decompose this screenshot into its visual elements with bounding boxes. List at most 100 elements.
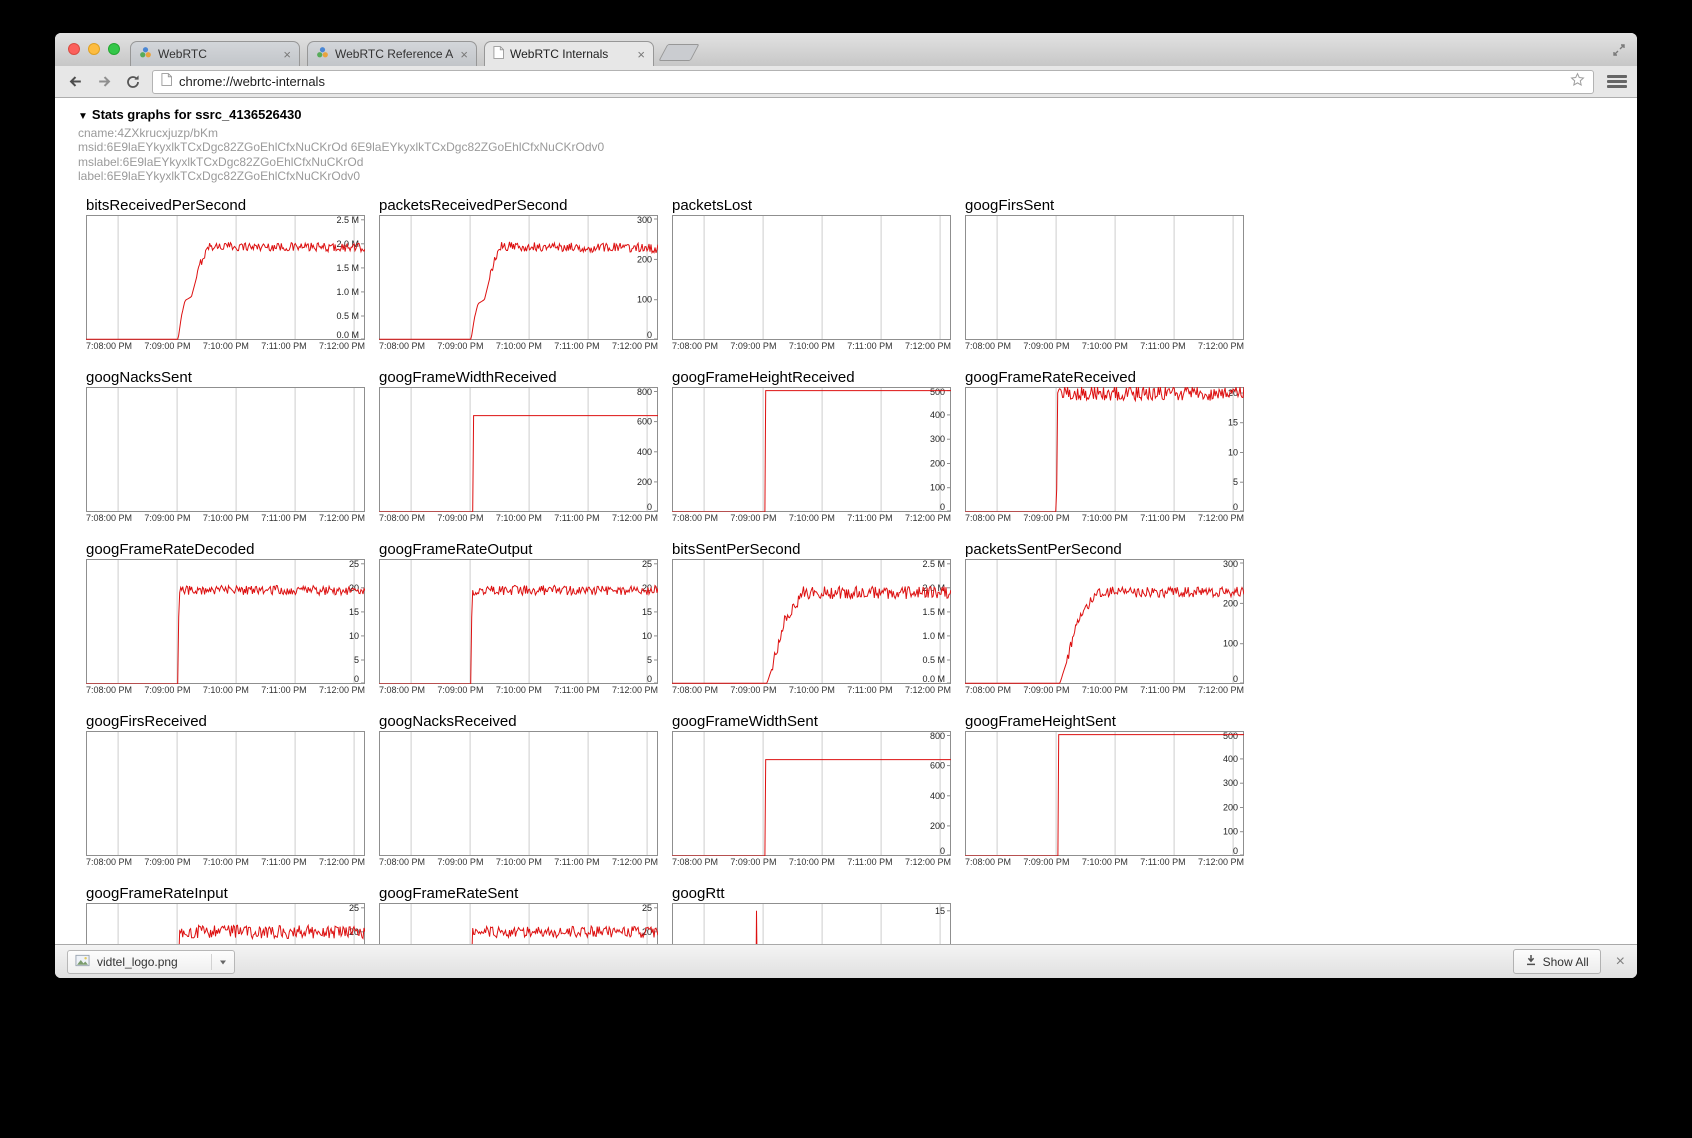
url-text[interactable]: chrome://webrtc-internals xyxy=(179,74,1563,89)
forward-button[interactable] xyxy=(94,72,114,92)
svg-text:15: 15 xyxy=(935,905,945,915)
minimize-window-button[interactable] xyxy=(88,43,100,55)
x-tick-label: 7:12:00 PM xyxy=(319,341,365,351)
x-tick-label: 7:10:00 PM xyxy=(1082,857,1128,867)
chart-title: packetsReceivedPerSecond xyxy=(379,196,658,215)
chart-plot-area: 3002001000 xyxy=(379,215,658,340)
x-tick-label: 7:08:00 PM xyxy=(379,685,425,695)
x-tick-label: 7:09:00 PM xyxy=(144,341,190,351)
svg-text:0: 0 xyxy=(1233,674,1238,684)
tab-webrtc-internals[interactable]: WebRTC Internals × xyxy=(484,41,654,66)
chart-title: bitsReceivedPerSecond xyxy=(86,196,365,215)
download-item[interactable]: vidtel_logo.png xyxy=(67,950,235,974)
chart-bitsSentPerSecond: bitsSentPerSecond2.5 M2.0 M1.5 M1.0 M0.5… xyxy=(672,540,951,695)
x-tick-label: 7:08:00 PM xyxy=(86,857,132,867)
reload-button[interactable] xyxy=(123,72,143,92)
chart-plot-area: 3002001000 xyxy=(965,559,1244,684)
download-item-menu-caret-icon[interactable] xyxy=(211,954,227,970)
x-tick-label: 7:12:00 PM xyxy=(319,685,365,695)
svg-text:800: 800 xyxy=(930,731,945,741)
tab-webrtc[interactable]: WebRTC × xyxy=(130,41,300,66)
svg-text:0.0 M: 0.0 M xyxy=(336,330,359,340)
svg-text:20: 20 xyxy=(349,582,359,592)
svg-text:0: 0 xyxy=(647,502,652,512)
webrtc-logo-icon xyxy=(316,46,329,62)
svg-text:0.0 M: 0.0 M xyxy=(922,674,945,684)
chart-title: googFrameWidthSent xyxy=(672,712,951,731)
x-tick-label: 7:09:00 PM xyxy=(1023,685,1069,695)
x-axis-labels: 7:08:00 PM7:09:00 PM7:10:00 PM7:11:00 PM… xyxy=(379,513,658,523)
chart-title: packetsSentPerSecond xyxy=(965,540,1244,559)
svg-text:25: 25 xyxy=(642,903,652,913)
svg-text:100: 100 xyxy=(930,482,945,492)
x-tick-label: 7:11:00 PM xyxy=(847,685,892,695)
svg-text:15: 15 xyxy=(349,607,359,617)
msid-line: msid:6E9laEYkyxlkTCxDgc82ZGoEhlCfxNuCKrO… xyxy=(78,140,1637,154)
tab-label: WebRTC Reference App xyxy=(335,47,454,61)
back-button[interactable] xyxy=(65,72,85,92)
x-tick-label: 7:11:00 PM xyxy=(847,513,892,523)
tab-strip: WebRTC × WebRTC Reference App × WebRTC I… xyxy=(130,41,695,66)
x-tick-label: 7:12:00 PM xyxy=(319,513,365,523)
x-tick-label: 7:09:00 PM xyxy=(730,857,776,867)
chart-title: googFrameRateDecoded xyxy=(86,540,365,559)
svg-text:500: 500 xyxy=(930,387,945,397)
x-axis-labels: 7:08:00 PM7:09:00 PM7:10:00 PM7:11:00 PM… xyxy=(672,513,951,523)
address-bar[interactable]: chrome://webrtc-internals xyxy=(152,70,1594,94)
mslabel-line: mslabel:6E9laEYkyxlkTCxDgc82ZGoEhlCfxNuC… xyxy=(78,155,1637,169)
x-tick-label: 7:08:00 PM xyxy=(672,513,718,523)
svg-text:2.5 M: 2.5 M xyxy=(336,215,359,225)
zoom-window-button[interactable] xyxy=(108,43,120,55)
x-tick-label: 7:10:00 PM xyxy=(789,341,835,351)
stats-graphs-header[interactable]: ▼Stats graphs for ssrc_4136526430 xyxy=(78,107,1637,122)
chart-plot-area: 20151050 xyxy=(965,387,1244,512)
chart-packetsReceivedPerSecond: packetsReceivedPerSecond30020010007:08:0… xyxy=(379,196,658,351)
chart-plot-area xyxy=(86,387,365,512)
x-tick-label: 7:08:00 PM xyxy=(965,341,1011,351)
chart-plot-area: 2520151050 xyxy=(379,559,658,684)
label-line: label:6E9laEYkyxlkTCxDgc82ZGoEhlCfxNuCKr… xyxy=(78,169,1637,183)
fullscreen-icon[interactable] xyxy=(1611,42,1627,58)
close-downloads-bar-icon[interactable]: × xyxy=(1616,954,1625,970)
x-axis-labels: 7:08:00 PM7:09:00 PM7:10:00 PM7:11:00 PM… xyxy=(672,857,951,867)
x-tick-label: 7:08:00 PM xyxy=(86,685,132,695)
svg-text:10: 10 xyxy=(349,631,359,641)
collapse-triangle-icon[interactable]: ▼ xyxy=(78,111,88,122)
chart-googNacksReceived: googNacksReceived7:08:00 PM7:09:00 PM7:1… xyxy=(379,712,658,867)
tab-close-icon[interactable]: × xyxy=(637,48,645,61)
x-axis-labels: 7:08:00 PM7:09:00 PM7:10:00 PM7:11:00 PM… xyxy=(86,341,365,351)
x-axis-labels: 7:08:00 PM7:09:00 PM7:10:00 PM7:11:00 PM… xyxy=(86,513,365,523)
tab-close-icon[interactable]: × xyxy=(283,48,291,61)
x-tick-label: 7:12:00 PM xyxy=(1198,513,1244,523)
x-tick-label: 7:12:00 PM xyxy=(1198,341,1244,351)
x-tick-label: 7:08:00 PM xyxy=(379,513,425,523)
x-tick-label: 7:11:00 PM xyxy=(1140,685,1185,695)
chart-googFrameHeightReceived: googFrameHeightReceived50040030020010007… xyxy=(672,368,951,523)
x-tick-label: 7:10:00 PM xyxy=(203,513,249,523)
show-all-button[interactable]: Show All xyxy=(1513,949,1601,974)
page-content[interactable]: ▼Stats graphs for ssrc_4136526430 cname:… xyxy=(55,98,1637,944)
svg-text:25: 25 xyxy=(642,559,652,569)
chart-googFrameRateSent: googFrameRateSent25201510507:08:00 PM7:0… xyxy=(379,884,658,944)
svg-text:0: 0 xyxy=(940,502,945,512)
svg-text:600: 600 xyxy=(930,760,945,770)
bookmark-star-icon[interactable] xyxy=(1570,72,1585,92)
chart-googRtt: googRtt1510507:08:00 PM7:09:00 PM7:10:00… xyxy=(672,884,951,944)
svg-text:0.5 M: 0.5 M xyxy=(336,311,359,321)
x-axis-labels: 7:08:00 PM7:09:00 PM7:10:00 PM7:11:00 PM… xyxy=(965,341,1244,351)
tab-close-icon[interactable]: × xyxy=(460,48,468,61)
x-tick-label: 7:11:00 PM xyxy=(261,685,306,695)
svg-text:800: 800 xyxy=(637,387,652,397)
x-tick-label: 7:10:00 PM xyxy=(1082,513,1128,523)
close-window-button[interactable] xyxy=(68,43,80,55)
x-tick-label: 7:11:00 PM xyxy=(1140,341,1185,351)
tab-webrtc-reference-app[interactable]: WebRTC Reference App × xyxy=(307,41,477,66)
svg-text:200: 200 xyxy=(1223,802,1238,812)
tab-label: WebRTC xyxy=(158,47,277,61)
new-tab-button[interactable] xyxy=(658,44,699,61)
chart-packetsLost: packetsLost7:08:00 PM7:09:00 PM7:10:00 P… xyxy=(672,196,951,351)
menu-icon[interactable] xyxy=(1607,72,1627,92)
svg-text:300: 300 xyxy=(1223,559,1238,569)
x-tick-label: 7:09:00 PM xyxy=(1023,513,1069,523)
chart-plot-area: 2.5 M2.0 M1.5 M1.0 M0.5 M0.0 M xyxy=(672,559,951,684)
